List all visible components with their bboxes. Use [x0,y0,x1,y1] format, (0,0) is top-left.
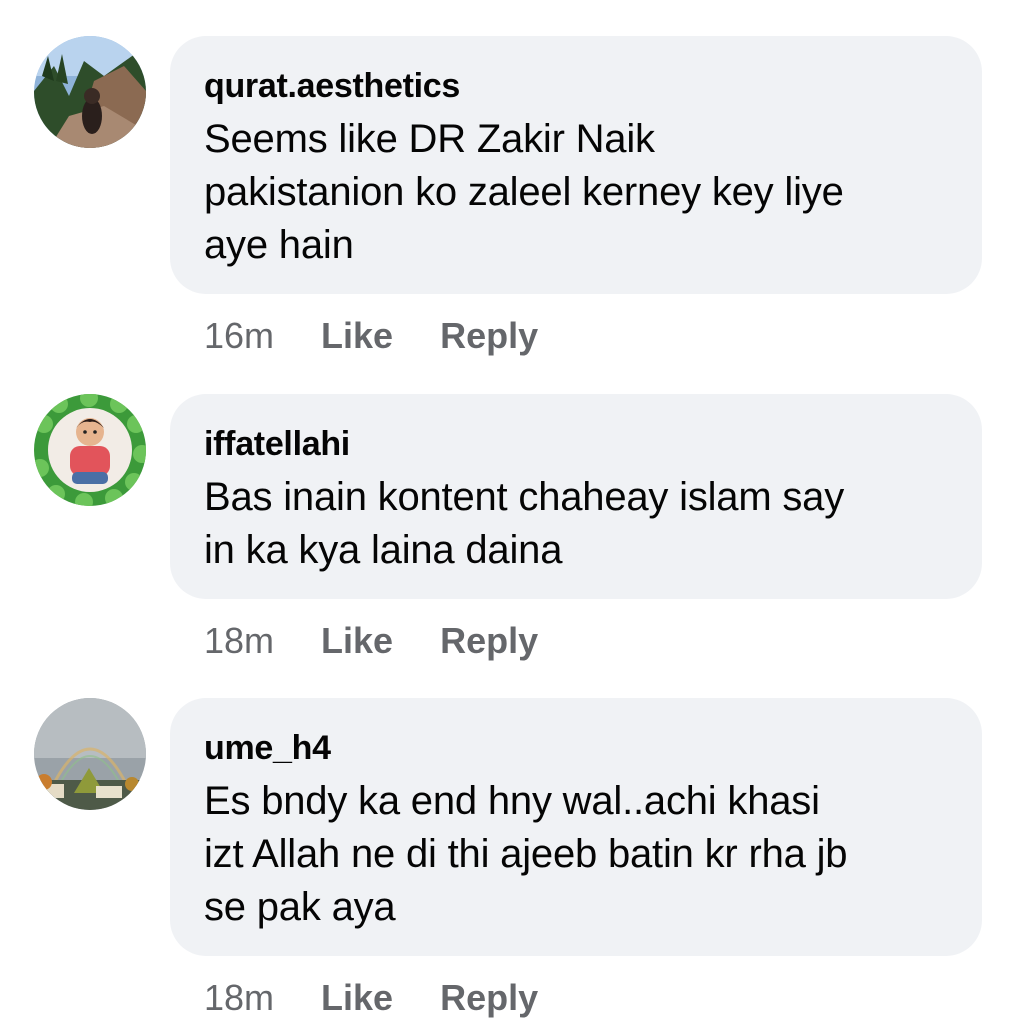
reply-button[interactable]: Reply [440,620,538,662]
comment-username[interactable]: ume_h4 [204,728,948,768]
like-button[interactable]: Like [321,315,393,357]
comment-text-line: Bas inain kontent chaheay islam say [204,475,845,519]
comment-text: Seems like DR Zakir Naik pakistanion ko … [204,113,948,272]
comment-bubble: ume_h4 Es bndy ka end hny wal..achi khas… [170,698,982,956]
reply-button[interactable]: Reply [440,977,538,1019]
child-photo-avatar-icon [34,394,146,506]
comment-text-line: pakistanion ko zaleel kerney key liye [204,170,844,214]
comment-text-line: in ka kya laina daina [204,528,563,572]
comment-timestamp[interactable]: 16m [204,315,274,357]
avatar[interactable] [34,36,146,148]
comment-text-line: izt Allah ne di thi ajeeb batin kr rha j… [204,832,848,876]
like-button[interactable]: Like [321,977,393,1019]
comment-timestamp[interactable]: 18m [204,620,274,662]
avatar[interactable] [34,698,146,810]
mountain-photo-avatar-icon [34,36,146,148]
comment-actions: 18m Like Reply [204,976,585,1020]
comment-timestamp[interactable]: 18m [204,977,274,1019]
comment-text-line: Seems like DR Zakir Naik [204,117,655,161]
comment-username[interactable]: qurat.aesthetics [204,66,948,106]
comment-actions: 18m Like Reply [204,619,585,663]
like-button[interactable]: Like [321,620,393,662]
rainbow-photo-avatar-icon [34,698,146,810]
comment-text-line: se pak aya [204,885,396,929]
comment-text-line: aye hain [204,223,354,267]
comment-text: Es bndy ka end hny wal..achi khasi izt A… [204,775,948,934]
comment-bubble: qurat.aesthetics Seems like DR Zakir Nai… [170,36,982,294]
avatar[interactable] [34,394,146,506]
reply-button[interactable]: Reply [440,315,538,357]
comment-text-line: Es bndy ka end hny wal..achi khasi [204,779,820,823]
comment-bubble: iffatellahi Bas inain kontent chaheay is… [170,394,982,599]
comment-text: Bas inain kontent chaheay islam say in k… [204,471,948,577]
comment-actions: 16m Like Reply [204,314,585,358]
comment-username[interactable]: iffatellahi [204,424,948,464]
